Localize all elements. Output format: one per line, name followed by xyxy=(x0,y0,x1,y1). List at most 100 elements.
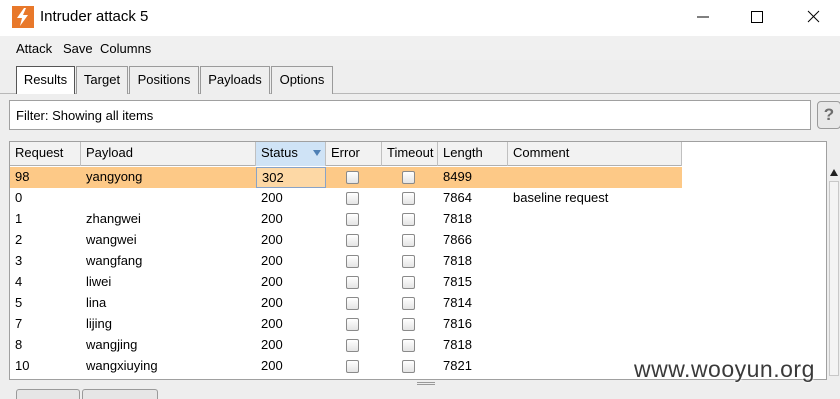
burp-lightning-icon xyxy=(12,6,34,28)
request-cell: 2 xyxy=(15,232,23,247)
error-checkbox[interactable] xyxy=(346,192,359,205)
error-checkbox[interactable] xyxy=(346,276,359,289)
table-row[interactable]: 5 lina 200 7814 xyxy=(10,293,682,314)
payload-cell: zhangwei xyxy=(86,211,141,226)
status-cell: 200 xyxy=(261,316,283,331)
bottom-tab-response[interactable] xyxy=(82,389,158,399)
table-row[interactable]: 10 wangxiuying 200 7821 xyxy=(10,356,682,377)
scroll-track[interactable] xyxy=(829,181,839,376)
tab-payloads[interactable]: Payloads xyxy=(200,66,270,94)
menu-columns[interactable]: Columns xyxy=(100,41,151,56)
tab-results[interactable]: Results xyxy=(16,66,75,95)
length-cell: 8499 xyxy=(443,169,472,184)
error-checkbox[interactable] xyxy=(346,213,359,226)
timeout-checkbox[interactable] xyxy=(402,192,415,205)
request-cell: 7 xyxy=(15,316,23,331)
scroll-up-arrow-icon[interactable] xyxy=(830,169,838,176)
filter-text: Filter: Showing all items xyxy=(16,108,154,123)
timeout-checkbox[interactable] xyxy=(402,360,415,373)
error-checkbox[interactable] xyxy=(346,297,359,310)
menu-bar: Attack Save Columns xyxy=(0,36,840,60)
payload-cell: wangwei xyxy=(86,232,137,247)
maximize-button[interactable] xyxy=(734,0,780,34)
help-button[interactable]: ? xyxy=(817,101,840,129)
length-cell: 7818 xyxy=(443,211,472,226)
error-checkbox[interactable] xyxy=(346,255,359,268)
watermark: www.wooyun.org xyxy=(634,356,815,382)
tab-target[interactable]: Target xyxy=(76,66,128,94)
sort-descending-icon xyxy=(313,150,321,156)
comment-cell xyxy=(508,251,682,272)
error-checkbox[interactable] xyxy=(346,318,359,331)
close-button[interactable] xyxy=(790,0,836,34)
request-cell: 5 xyxy=(15,295,23,310)
payload-cell xyxy=(81,188,256,209)
length-cell: 7821 xyxy=(443,358,472,373)
error-checkbox[interactable] xyxy=(346,171,359,184)
length-cell: 7864 xyxy=(443,190,472,205)
timeout-checkbox[interactable] xyxy=(402,339,415,352)
status-cell: 200 xyxy=(261,274,283,289)
payload-cell: wangjing xyxy=(86,337,138,352)
column-header-length[interactable]: Length xyxy=(438,142,508,166)
table-row[interactable]: 1 zhangwei 200 7818 xyxy=(10,209,682,230)
request-cell: 4 xyxy=(15,274,23,289)
table-row[interactable]: 3 wangfang 200 7818 xyxy=(10,251,682,272)
bottom-tab-request[interactable] xyxy=(16,389,80,399)
column-header-status-label: Status xyxy=(261,145,298,160)
request-cell: 10 xyxy=(15,358,30,373)
timeout-checkbox[interactable] xyxy=(402,234,415,247)
request-cell: 0 xyxy=(15,190,23,205)
error-checkbox[interactable] xyxy=(346,360,359,373)
splitter-handle[interactable] xyxy=(417,382,435,385)
status-cell: 200 xyxy=(261,295,283,310)
payload-cell: wangxiuying xyxy=(86,358,158,373)
status-cell: 200 xyxy=(261,253,283,268)
status-cell: 302 xyxy=(256,167,326,188)
tab-options[interactable]: Options xyxy=(271,66,333,94)
title-bar: Intruder attack 5 xyxy=(0,0,840,36)
timeout-checkbox[interactable] xyxy=(402,255,415,268)
timeout-checkbox[interactable] xyxy=(402,171,415,184)
table-row[interactable]: 4 liwei 200 7815 xyxy=(10,272,682,293)
filter-bar[interactable]: Filter: Showing all items xyxy=(9,100,811,130)
length-cell: 7815 xyxy=(443,274,472,289)
vertical-scrollbar[interactable] xyxy=(828,141,840,380)
status-cell: 200 xyxy=(261,232,283,247)
length-cell: 7866 xyxy=(443,232,472,247)
menu-save[interactable]: Save xyxy=(63,41,93,56)
column-header-error[interactable]: Error xyxy=(326,142,382,166)
comment-cell: baseline request xyxy=(513,190,609,205)
tab-positions[interactable]: Positions xyxy=(129,66,199,94)
request-cell: 8 xyxy=(15,337,23,352)
table-row[interactable]: 7 lijing 200 7816 xyxy=(10,314,682,335)
comment-cell xyxy=(508,272,682,293)
menu-attack[interactable]: Attack xyxy=(16,41,52,56)
table-row[interactable]: 8 wangjing 200 7818 xyxy=(10,335,682,356)
error-checkbox[interactable] xyxy=(346,339,359,352)
request-cell: 98 xyxy=(15,169,30,184)
column-header-request[interactable]: Request xyxy=(10,142,81,166)
error-checkbox[interactable] xyxy=(346,234,359,247)
timeout-checkbox[interactable] xyxy=(402,213,415,226)
column-header-timeout[interactable]: Timeout xyxy=(382,142,438,166)
results-table: Request Payload Status Error Timeout Len… xyxy=(9,141,827,380)
request-cell: 1 xyxy=(15,211,23,226)
table-row[interactable]: 0 200 7864 baseline request xyxy=(10,188,682,209)
timeout-checkbox[interactable] xyxy=(402,318,415,331)
length-cell: 7818 xyxy=(443,337,472,352)
length-cell: 7818 xyxy=(443,253,472,268)
timeout-checkbox[interactable] xyxy=(402,276,415,289)
column-header-payload[interactable]: Payload xyxy=(81,142,256,166)
column-header-status[interactable]: Status xyxy=(256,142,326,166)
payload-cell: lina xyxy=(86,295,107,310)
table-row[interactable]: 2 wangwei 200 7866 xyxy=(10,230,682,251)
timeout-checkbox[interactable] xyxy=(402,297,415,310)
column-header-comment[interactable]: Comment xyxy=(508,142,682,166)
table-row[interactable]: 98 yangyong 302 8499 xyxy=(10,167,682,188)
status-cell: 200 xyxy=(261,190,283,205)
comment-cell xyxy=(508,230,682,251)
comment-cell xyxy=(508,335,682,356)
comment-cell xyxy=(508,293,682,314)
minimize-button[interactable] xyxy=(680,0,726,34)
